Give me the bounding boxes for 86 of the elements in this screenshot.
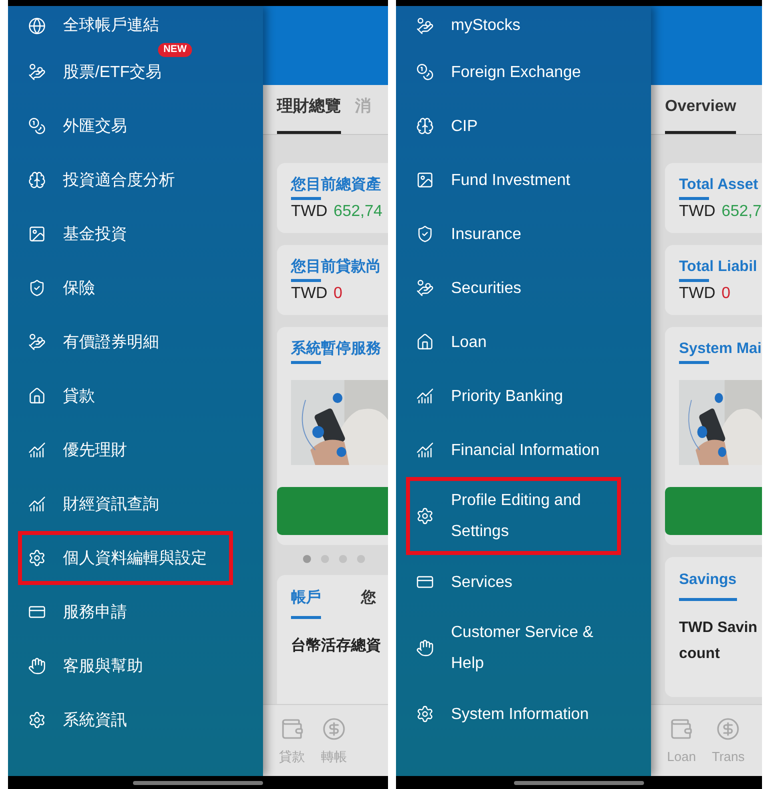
house-icon	[416, 333, 434, 351]
menu-item[interactable]: Fund Investment	[406, 153, 621, 207]
house-icon	[28, 387, 46, 405]
chart-icon	[28, 495, 46, 513]
menu-item[interactable]: Securities	[406, 261, 621, 315]
globe-icon	[28, 16, 46, 34]
menu-item[interactable]: 貸款	[18, 369, 233, 423]
menu-item[interactable]: CIP	[406, 99, 621, 153]
card-title: 您目前總資產	[291, 175, 382, 195]
image-icon	[28, 225, 46, 243]
hand-coins-icon	[416, 16, 434, 34]
summary-card[interactable]: Total Asset TWD 652,7	[665, 163, 762, 233]
settings-icon	[28, 711, 46, 729]
tab[interactable]: Overview	[665, 95, 736, 134]
menu-item[interactable]: Customer Service & Help	[406, 609, 621, 687]
menu-item[interactable]: Priority Banking	[406, 369, 621, 423]
menu-item[interactable]: Loan	[406, 315, 621, 369]
menu-item[interactable]: 股票/ETF交易 NEW	[18, 45, 233, 99]
account-row[interactable]: 台幣活存總資	[291, 632, 381, 658]
menu-item[interactable]: 優先理財	[18, 423, 233, 477]
menu-item[interactable]: Financial Information	[406, 423, 621, 477]
menu-item[interactable]: Services	[406, 555, 621, 609]
dollar-icon	[322, 717, 346, 741]
settings-icon	[416, 507, 434, 525]
card-title: 系統暫停服務	[291, 339, 382, 359]
menu-item[interactable]: 服務申請	[18, 585, 233, 639]
hand-coins-icon	[28, 63, 46, 81]
amount: 0	[721, 284, 730, 304]
brain-icon	[416, 117, 434, 135]
tab[interactable]: Savings	[679, 569, 737, 600]
menu-item[interactable]: 全球帳戶連結	[18, 6, 233, 45]
menu-item[interactable]: 基金投資	[18, 207, 233, 261]
wallet-icon	[280, 717, 304, 741]
settings-icon	[28, 549, 46, 567]
menu-item[interactable]: myStocks	[406, 6, 621, 45]
summary-card[interactable]: Total Liabil TWD 0	[665, 245, 762, 315]
chart-icon	[416, 441, 434, 459]
coins-icon	[28, 117, 46, 135]
image-icon	[416, 171, 434, 189]
action-button[interactable]	[665, 487, 762, 535]
summary-card[interactable]: 您目前貸款尚 TWD 0	[277, 245, 388, 315]
new-badge: NEW	[158, 42, 192, 56]
tab[interactable]: 您	[361, 587, 376, 618]
dollar-icon	[716, 717, 740, 741]
menu-item[interactable]: Foreign Exchange	[406, 45, 621, 99]
settings-icon	[416, 705, 434, 723]
hand-coins-icon	[28, 333, 46, 351]
amount: 0	[333, 284, 342, 304]
coins-icon	[416, 63, 434, 81]
chart-icon	[28, 441, 46, 459]
brain-icon	[28, 171, 46, 189]
card-title: Total Asset	[679, 175, 760, 195]
action-button[interactable]	[277, 487, 388, 535]
menu-item[interactable]: 投資適合度分析	[18, 153, 233, 207]
card-icon	[28, 603, 46, 621]
menu-item[interactable]: Insurance	[406, 207, 621, 261]
shield-icon	[416, 225, 434, 243]
amount: 652,7	[721, 202, 762, 222]
menu-item[interactable]: 個人資料編輯與設定	[18, 531, 233, 585]
hand-coins-icon	[416, 279, 434, 297]
card-icon	[416, 573, 434, 591]
menu-item[interactable]: 保險	[18, 261, 233, 315]
menu-item[interactable]: 外匯交易	[18, 99, 233, 153]
card-title: Total Liabil	[679, 257, 758, 277]
card-title: 您目前貸款尚	[291, 257, 382, 277]
card-title: System Mai	[679, 339, 762, 359]
menu-item[interactable]: 有價證券明細	[18, 315, 233, 369]
shield-icon	[28, 279, 46, 297]
currency-label: TWD	[291, 284, 328, 304]
account-row[interactable]: TWD Savin count	[679, 614, 762, 666]
currency-label: TWD	[679, 284, 716, 304]
menu-item[interactable]: System Information	[406, 687, 621, 741]
menu-item[interactable]: 系統資訊	[18, 693, 233, 747]
amount: 652,74	[333, 202, 382, 222]
currency-label: TWD	[679, 202, 716, 222]
menu-item[interactable]: 財經資訊查詢	[18, 477, 233, 531]
wallet-icon	[669, 717, 694, 741]
currency-label: TWD	[291, 202, 328, 222]
tab[interactable]: 帳戶	[291, 587, 321, 618]
summary-card[interactable]: 您目前總資產 TWD 652,74	[277, 163, 388, 233]
menu-item[interactable]: 客服與幫助	[18, 639, 233, 693]
hand-icon	[28, 657, 46, 675]
chart-icon	[416, 387, 434, 405]
tab[interactable]: 理財總覽	[277, 95, 341, 134]
hand-icon	[416, 639, 434, 657]
menu-item[interactable]: Profile Editing and Settings	[406, 477, 621, 555]
